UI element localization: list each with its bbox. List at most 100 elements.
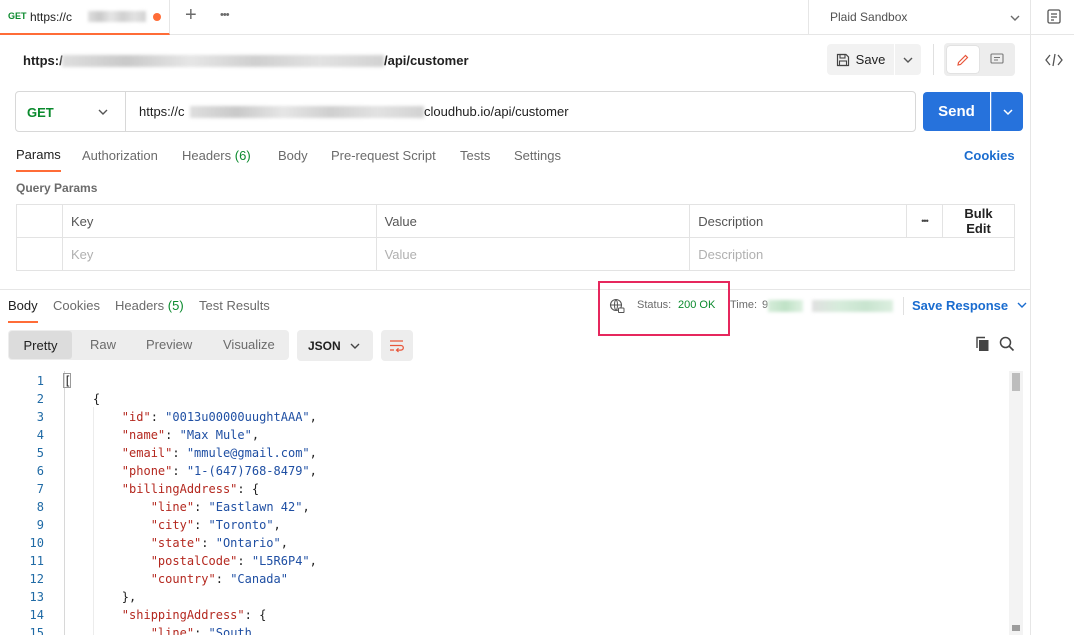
line-number: 9 bbox=[36, 518, 44, 532]
chevron-down-icon bbox=[1002, 108, 1013, 115]
environment-selector[interactable]: Plaid Sandbox bbox=[808, 0, 1030, 35]
method-selector[interactable]: GET bbox=[16, 92, 126, 131]
send-button[interactable]: Send bbox=[923, 92, 990, 131]
view-mode-raw[interactable]: Raw bbox=[90, 337, 116, 352]
tab-response-cookies[interactable]: Cookies bbox=[53, 298, 100, 313]
request-name-prefix: https:/ bbox=[23, 53, 63, 68]
save-icon bbox=[836, 53, 849, 66]
url-prefix: https://c bbox=[139, 104, 185, 119]
json-punctuation: : bbox=[165, 428, 180, 442]
time-label: Time: bbox=[730, 299, 758, 311]
line-number: 15 bbox=[29, 626, 44, 635]
tab-response-headers-count: (5) bbox=[167, 298, 184, 313]
json-punctuation bbox=[64, 536, 151, 550]
tab-params-label: Params bbox=[16, 147, 61, 162]
line-number: 6 bbox=[36, 464, 44, 478]
json-punctuation: , bbox=[309, 410, 317, 424]
view-mode-preview[interactable]: Preview bbox=[146, 337, 192, 352]
description-input[interactable]: Description bbox=[689, 237, 1015, 271]
json-string: "Canada" bbox=[230, 572, 288, 586]
json-key: "line" bbox=[150, 500, 195, 514]
columns-more-button[interactable]: ••• bbox=[906, 204, 943, 238]
json-key: "name" bbox=[121, 428, 166, 442]
json-key: "line" bbox=[150, 626, 195, 635]
pencil-icon bbox=[957, 54, 969, 66]
json-key: "email" bbox=[121, 446, 173, 460]
tab-authorization[interactable]: Authorization bbox=[82, 148, 158, 163]
code-line: "email": "mmule@gmail.com", bbox=[64, 444, 317, 462]
request-tab[interactable]: GET https://c bbox=[0, 0, 170, 35]
value-input[interactable]: Value bbox=[375, 237, 691, 271]
response-body-editor[interactable]: 1 2 3 4 5 6 7 8 9 10 11 12 13 14 15 [ { "id": "0013u00… bbox=[0, 371, 1030, 635]
tab-more-button[interactable]: ••• bbox=[220, 9, 230, 21]
tab-pre-request-script[interactable]: Pre-request Script bbox=[331, 148, 436, 163]
json-string: "Max Mule" bbox=[179, 428, 252, 442]
code-line: }, bbox=[64, 588, 136, 606]
scrollbar-marker bbox=[1012, 625, 1020, 631]
json-punctuation: , bbox=[251, 428, 260, 442]
bulk-edit-button[interactable]: Bulk Edit bbox=[942, 204, 1015, 238]
json-punctuation: : bbox=[201, 536, 216, 550]
json-string: "Eastlawn 42" bbox=[208, 500, 303, 514]
json-punctuation bbox=[64, 572, 151, 586]
tab-tests[interactable]: Tests bbox=[460, 148, 490, 163]
key-input[interactable]: Key bbox=[61, 237, 377, 271]
row-checkbox[interactable] bbox=[16, 237, 63, 271]
view-mode-pretty[interactable]: Pretty bbox=[9, 331, 72, 359]
line-number: 7 bbox=[36, 482, 44, 496]
json-punctuation: : bbox=[194, 518, 209, 532]
save-button[interactable]: Save bbox=[827, 44, 894, 75]
tab-body[interactable]: Body bbox=[278, 148, 308, 163]
method-label: GET bbox=[27, 105, 54, 120]
url-input[interactable]: https://c cloudhub.io/api/customer bbox=[127, 92, 915, 131]
json-key: "billingAddress" bbox=[121, 482, 238, 496]
json-key: "city" bbox=[150, 518, 195, 532]
save-response-label: Save Response bbox=[912, 298, 1009, 313]
indent-guide bbox=[64, 371, 65, 635]
format-selector[interactable]: JSON bbox=[297, 330, 373, 361]
cookies-link[interactable]: Cookies bbox=[964, 148, 1015, 163]
tab-title: https://c bbox=[30, 10, 73, 24]
comment-icon bbox=[989, 53, 1004, 64]
edit-mode-button[interactable] bbox=[947, 46, 979, 73]
tab-params[interactable]: Params bbox=[16, 147, 61, 172]
column-header-key: Key bbox=[61, 204, 377, 238]
json-string: "Toronto" bbox=[208, 518, 274, 532]
tab-response-body[interactable]: Body bbox=[8, 298, 38, 323]
tab-settings[interactable]: Settings bbox=[514, 148, 561, 163]
vertical-scrollbar[interactable] bbox=[1009, 371, 1023, 635]
save-options-button[interactable] bbox=[895, 44, 921, 75]
divider bbox=[933, 44, 934, 75]
json-punctuation: , bbox=[309, 446, 317, 460]
send-options-button[interactable] bbox=[991, 92, 1023, 131]
environment-quick-look-icon[interactable] bbox=[1030, 0, 1074, 35]
search-icon[interactable] bbox=[999, 336, 1015, 352]
json-key: "shippingAddress" bbox=[121, 608, 245, 622]
json-punctuation: : bbox=[172, 446, 187, 460]
wrap-lines-button[interactable] bbox=[381, 330, 413, 361]
tab-response-body-label: Body bbox=[8, 298, 38, 313]
line-number: 14 bbox=[29, 608, 44, 622]
save-response-button[interactable]: Save Response bbox=[912, 298, 1028, 313]
json-punctuation bbox=[64, 626, 151, 635]
table-cell-checkbox bbox=[16, 204, 63, 238]
tab-response-headers-label: Headers bbox=[115, 298, 165, 313]
scrollbar-thumb[interactable] bbox=[1012, 373, 1020, 391]
chevron-down-icon bbox=[903, 57, 913, 63]
tab-test-results[interactable]: Test Results bbox=[199, 298, 270, 313]
code-line: "city": "Toronto", bbox=[64, 516, 281, 534]
tab-headers-count: (6) bbox=[234, 148, 251, 163]
json-punctuation: : bbox=[237, 554, 252, 568]
tab-response-headers[interactable]: Headers (5) bbox=[115, 298, 184, 313]
new-tab-button[interactable]: + bbox=[185, 4, 197, 27]
pane-divider[interactable] bbox=[0, 289, 1030, 290]
comments-button[interactable] bbox=[981, 46, 1012, 73]
code-line: "country": "Canada" bbox=[64, 570, 288, 588]
code-snippet-icon[interactable] bbox=[1045, 52, 1063, 68]
json-string: "mmule@gmail.com" bbox=[186, 446, 310, 460]
line-number: 11 bbox=[29, 554, 44, 568]
tab-headers[interactable]: Headers (6) bbox=[182, 148, 251, 163]
copy-icon[interactable] bbox=[975, 336, 990, 352]
divider bbox=[903, 297, 904, 315]
view-mode-visualize[interactable]: Visualize bbox=[223, 337, 275, 352]
